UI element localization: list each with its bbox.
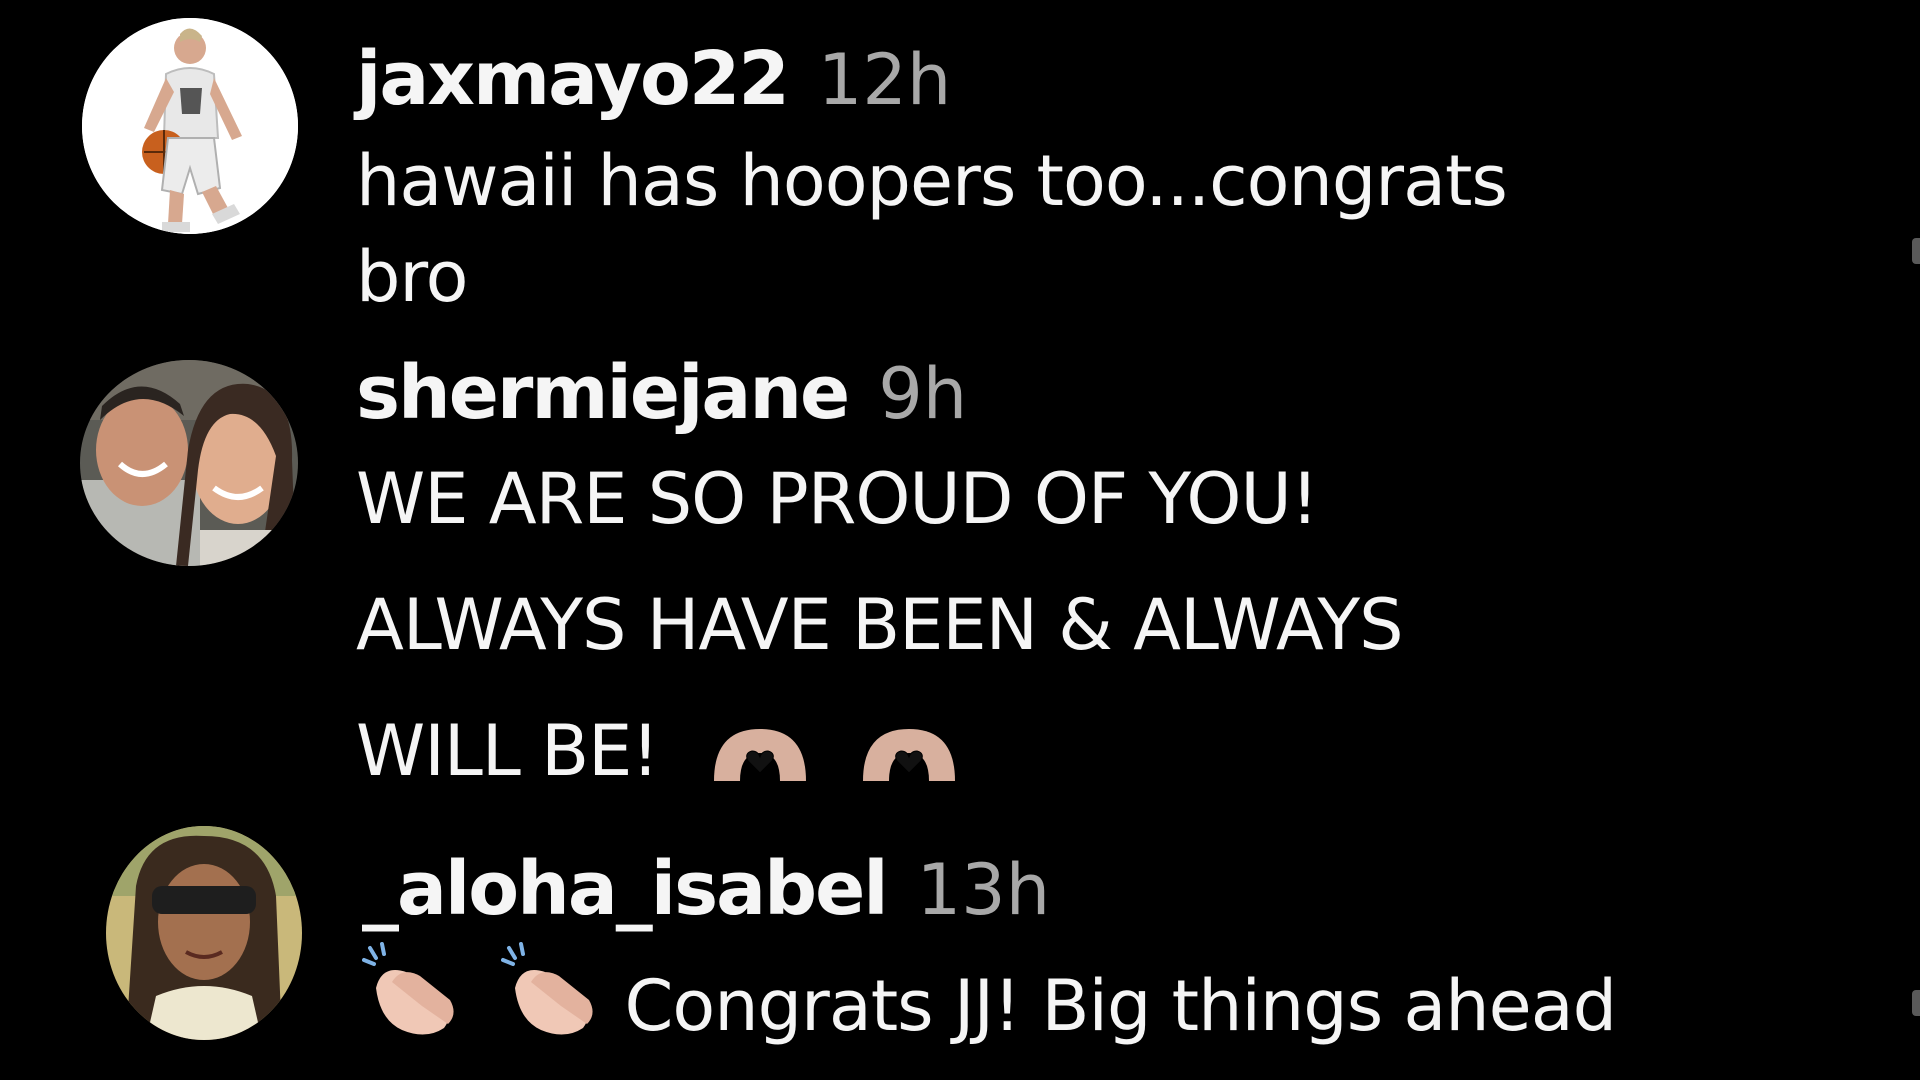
comment-jaxmayo22: jaxmayo22 12h hawaii has hoopers too...c… [0, 0, 1920, 330]
comment-text-line: ALWAYS HAVE BEEN & ALWAYS [356, 584, 1404, 666]
clapping-hands-icon [362, 942, 462, 1077]
comment-timestamp[interactable]: 9h [878, 353, 967, 435]
avatar-aloha-isabel[interactable] [106, 826, 302, 1040]
avatar-shermiejane[interactable] [80, 360, 298, 566]
comment-username[interactable]: _aloha_isabel [362, 846, 889, 932]
heart-hands-icon [859, 696, 959, 822]
comment-timestamp[interactable]: 12h [818, 39, 951, 121]
comment-timestamp[interactable]: 13h [917, 849, 1050, 931]
comment-text-line-with-emoji: WILL BE! [356, 688, 1403, 822]
comment-aloha-isabel: _aloha_isabel 13h Congrats JJ! Big thing… [0, 820, 1920, 1080]
heart-hands-icon [710, 696, 810, 822]
scroll-indicator [1912, 238, 1920, 264]
couple-selfie-photo [80, 360, 298, 566]
comment-shermiejane: shermiejane 9h WE ARE SO PROUD OF YOU! A… [0, 350, 1920, 810]
comment-username[interactable]: shermiejane [356, 350, 850, 436]
comment-text-line: WE ARE SO PROUD OF YOU! [356, 458, 1319, 540]
clapping-hands-icon [501, 942, 601, 1077]
comment-text-line-with-emoji: Congrats JJ! Big things ahead [362, 942, 1618, 1077]
scroll-indicator [1912, 990, 1920, 1016]
avatar-jaxmayo22[interactable] [82, 18, 298, 234]
comment-text-line: hawaii has hoopers too...congrats [356, 140, 1508, 222]
comment-text: Congrats JJ! Big things ahead [624, 965, 1618, 1047]
comment-username[interactable]: jaxmayo22 [356, 36, 790, 122]
comment-text-line: WILL BE! [356, 710, 659, 792]
basketball-player-photo [82, 18, 298, 234]
woman-sunglasses-photo [106, 826, 302, 1040]
